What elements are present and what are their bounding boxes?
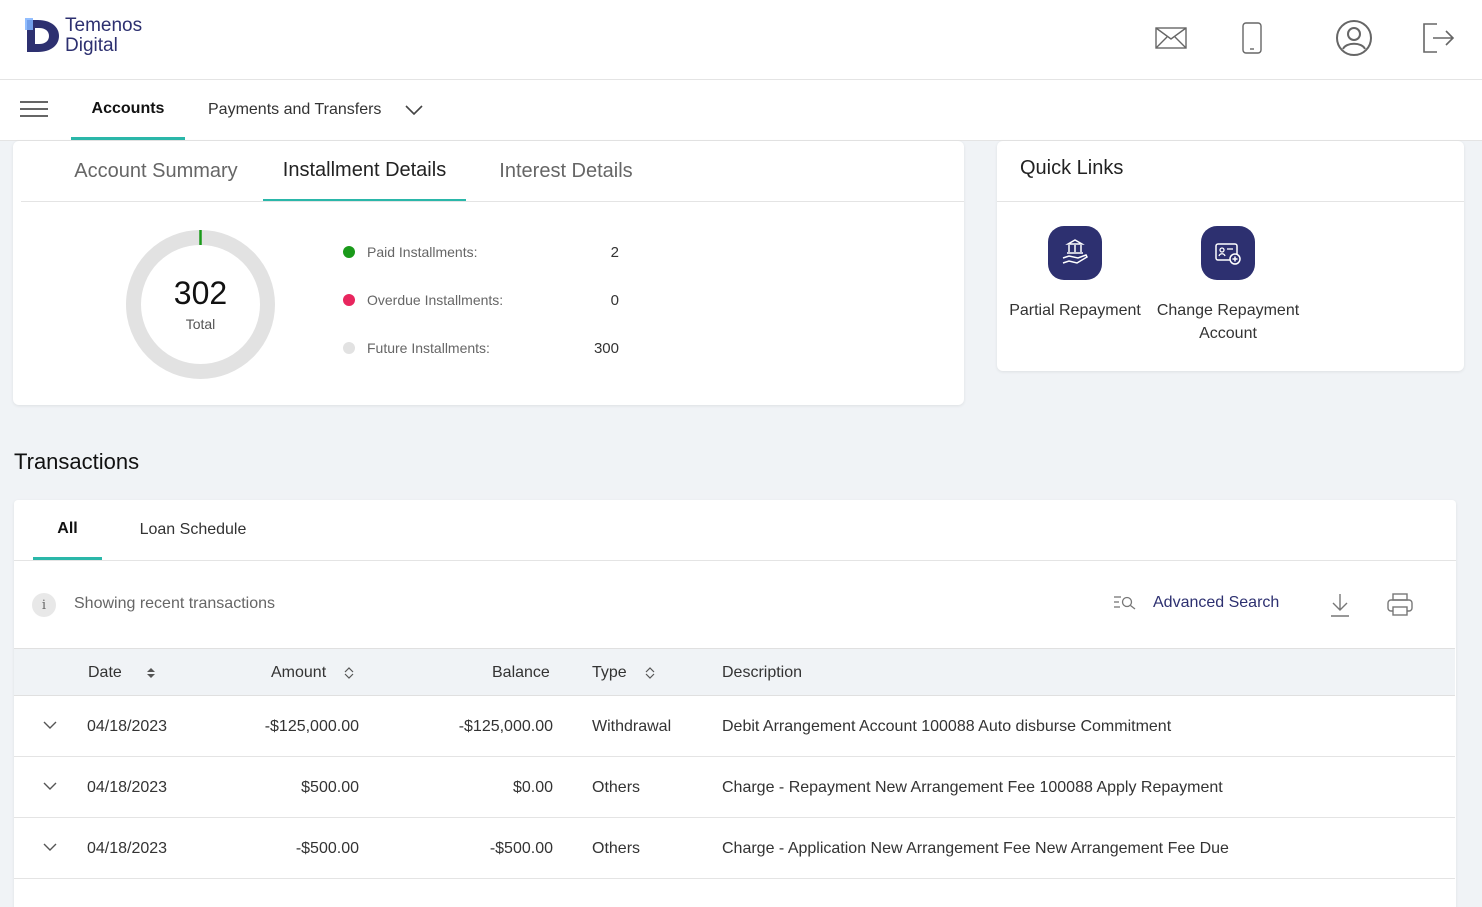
hamburger-icon[interactable] (20, 101, 48, 119)
paid-dot (343, 246, 355, 258)
row-type: Withdrawal (592, 717, 672, 735)
col-type-label: Type (592, 663, 627, 681)
download-icon[interactable] (1329, 592, 1351, 623)
row-type: Others (592, 839, 641, 857)
advanced-search-button[interactable]: Advanced Search (1113, 594, 1279, 612)
transactions-title: Transactions (14, 449, 140, 474)
nav-tab-accounts[interactable]: Accounts (71, 80, 185, 140)
temenos-logo[interactable]: Temenos Digital (24, 16, 142, 56)
col-amount-label: Amount (271, 663, 327, 681)
partial-repayment-link[interactable]: Partial Repayment (997, 226, 1153, 322)
row-date: 04/18/2023 (87, 717, 168, 735)
showing-recent-text: Showing recent transactions (74, 595, 275, 612)
chevron-down-icon (405, 105, 423, 115)
info-icon: i (32, 593, 56, 617)
legend-future: Future Installments: 300 (343, 338, 633, 358)
main-nav: Accounts Payments and Transfers (0, 80, 1482, 141)
sort-icon[interactable] (146, 667, 156, 679)
chevron-down-icon[interactable] (42, 696, 58, 757)
nav-tab-payments-label: Payments and Transfers (208, 101, 382, 118)
advanced-search-label: Advanced Search (1153, 594, 1280, 611)
row-amount: $500.00 (301, 778, 359, 796)
donut-total-label: Total (185, 316, 216, 332)
sort-icon[interactable] (645, 666, 655, 679)
app-header: Temenos Digital (0, 0, 1482, 80)
quick-links-title: Quick Links (1020, 157, 1124, 179)
table-row[interactable]: 04/18/2023 -$125,000.00 -$125,000.00 Wit… (14, 696, 1455, 757)
row-date: 04/18/2023 (87, 778, 168, 796)
transactions-tabs: All Loan Schedule (14, 500, 1456, 561)
logo-line-1: Temenos (65, 15, 143, 36)
row-description: Charge - Application New Arrangement Fee… (722, 839, 1229, 857)
legend-overdue: Overdue Installments: 0 (343, 290, 633, 310)
advanced-search-icon (1114, 596, 1136, 610)
installment-card: Account Summary Installment Details Inte… (13, 141, 964, 405)
chevron-down-icon[interactable] (42, 818, 58, 879)
table-row[interactable]: 04/18/2023 -$500.00 -$500.00 Others Char… (14, 818, 1455, 879)
future-dot (343, 342, 355, 354)
col-description: Description (722, 663, 803, 681)
tab-all[interactable]: All (33, 500, 102, 560)
legend-paid: Paid Installments: 2 (343, 242, 633, 262)
logo-text: Temenos Digital (65, 16, 142, 56)
row-balance: -$125,000.00 (458, 717, 553, 735)
transactions-table-header: Date Amount Balance Type Description (14, 648, 1455, 696)
divider (997, 201, 1464, 202)
legend-overdue-label: Overdue Installments: (367, 292, 504, 308)
change-repayment-account-icon[interactable] (1201, 226, 1255, 280)
sort-icon[interactable] (344, 666, 354, 679)
logo-line-2: Digital (65, 35, 118, 56)
tab-loan-schedule[interactable]: Loan Schedule (132, 500, 254, 560)
col-amount[interactable]: Amount (271, 649, 354, 696)
mail-icon[interactable] (1151, 18, 1191, 58)
col-balance: Balance (492, 663, 550, 681)
print-icon[interactable] (1386, 593, 1414, 622)
logo-mark-icon (25, 18, 59, 52)
change-repayment-account-link[interactable]: Change Repayment Account (1150, 226, 1306, 345)
tab-interest-details[interactable]: Interest Details (481, 141, 651, 201)
legend-paid-label: Paid Installments: (367, 244, 478, 260)
overdue-dot (343, 294, 355, 306)
legend-future-label: Future Installments: (367, 340, 490, 356)
row-balance: -$500.00 (489, 839, 553, 857)
nav-tab-payments-and-transfers[interactable]: Payments and Transfers (208, 80, 423, 140)
partial-repayment-icon[interactable] (1048, 226, 1102, 280)
partial-repayment-label: Partial Repayment (1009, 302, 1141, 319)
account-tabs: Account Summary Installment Details Inte… (21, 141, 964, 202)
change-repayment-account-label: Change Repayment Account (1156, 302, 1300, 342)
legend-future-value: 300 (593, 339, 619, 357)
row-description: Debit Arrangement Account 100088 Auto di… (722, 717, 1172, 735)
row-balance: $0.00 (512, 778, 553, 796)
tab-installment-details[interactable]: Installment Details (263, 141, 466, 201)
legend-overdue-value: 0 (610, 291, 619, 309)
tab-account-summary[interactable]: Account Summary (56, 141, 256, 201)
row-date: 04/18/2023 (87, 839, 168, 857)
col-type[interactable]: Type (592, 649, 655, 696)
quick-links-card: Quick Links Partial Repayment Change Rep… (997, 141, 1464, 371)
transactions-card: All Loan Schedule i Showing recent trans… (14, 500, 1456, 907)
legend-paid-value: 2 (610, 243, 619, 261)
col-date-label: Date (88, 663, 122, 681)
donut-total: 302 (173, 275, 228, 311)
row-amount: -$125,000.00 (264, 717, 359, 735)
col-date[interactable]: Date (88, 649, 156, 696)
row-type: Others (592, 778, 641, 796)
row-description: Charge - Repayment New Arrangement Fee 1… (722, 778, 1223, 796)
user-profile-icon[interactable] (1334, 18, 1374, 58)
chevron-down-icon[interactable] (42, 757, 58, 818)
row-amount: -$500.00 (295, 839, 359, 857)
table-row[interactable]: 04/18/2023 $500.00 $0.00 Others Charge -… (14, 757, 1455, 818)
mobile-icon[interactable] (1232, 18, 1272, 58)
installment-donut: 302 Total (125, 229, 276, 380)
logout-icon[interactable] (1418, 18, 1458, 58)
